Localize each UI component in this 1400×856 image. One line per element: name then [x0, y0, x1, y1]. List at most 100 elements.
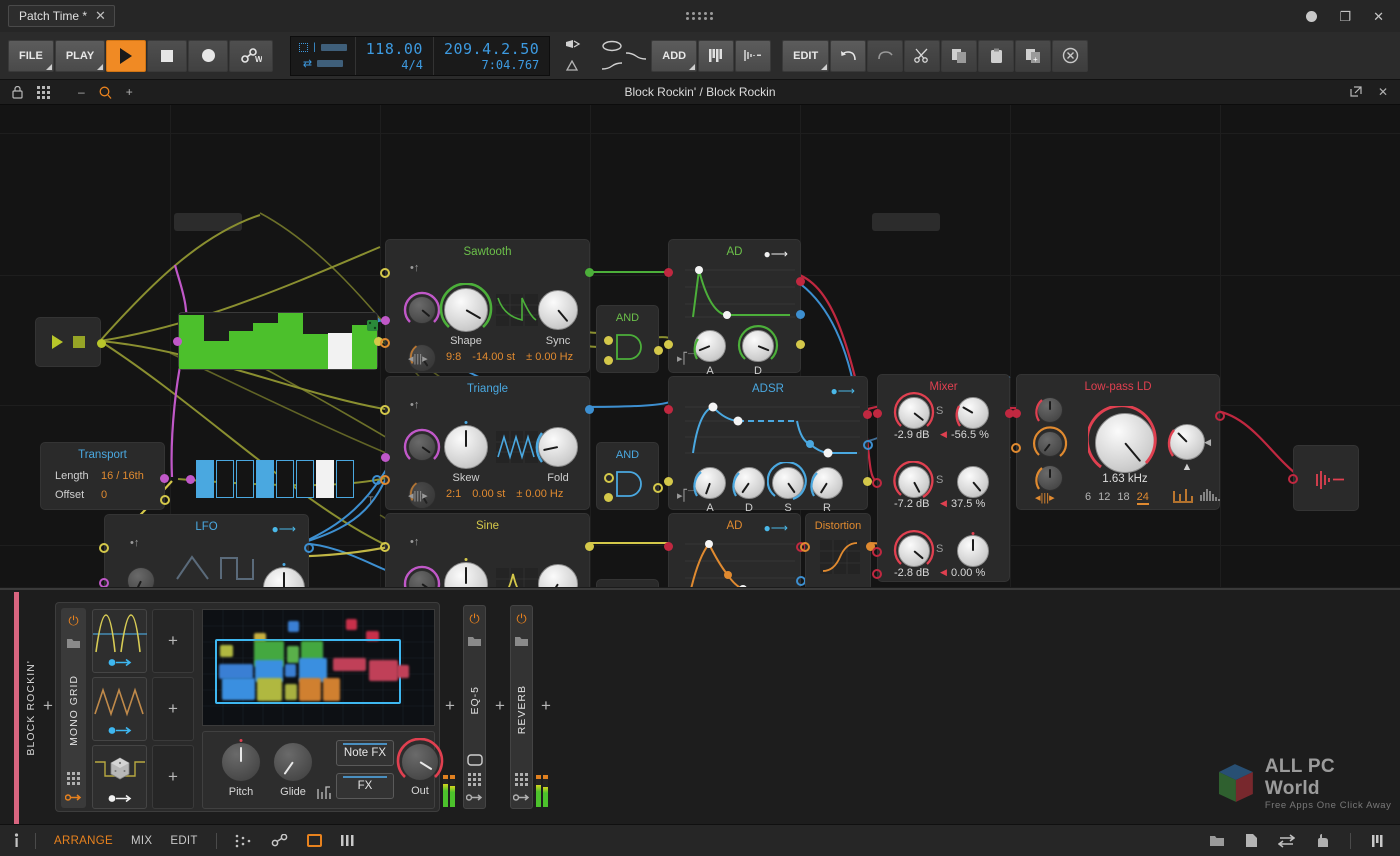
module-and-3[interactable]: AND: [596, 579, 659, 587]
device-grid-icon[interactable]: [515, 773, 528, 786]
lfo-out[interactable]: [304, 543, 314, 553]
zoom-in-button[interactable]: +: [126, 86, 133, 98]
preset-folder-icon[interactable]: [66, 637, 81, 649]
modulation-icon[interactable]: [65, 793, 82, 802]
trigger-stop-icon[interactable]: [72, 336, 85, 348]
grid-node[interactable]: [219, 664, 253, 679]
edit-button[interactable]: EDIT: [782, 39, 830, 72]
module-ad-bottom[interactable]: AD ●⟶ A D ▸⎡¯: [664, 513, 806, 587]
loop-icon[interactable]: [601, 40, 623, 52]
automation-write-button[interactable]: W: [229, 39, 274, 72]
modulator-slot-2[interactable]: [92, 677, 147, 741]
lfo-sync-in[interactable]: [99, 543, 109, 553]
restore-icon[interactable]: ❐: [1339, 10, 1351, 23]
play-button[interactable]: [106, 39, 147, 72]
sine-port-pitch[interactable]: [380, 542, 390, 552]
adsr-gate-in[interactable]: [664, 405, 673, 414]
grid-node[interactable]: [369, 660, 398, 681]
adsr-out2[interactable]: [863, 440, 873, 450]
fx-button[interactable]: FX: [336, 773, 394, 799]
add-device-after-eq[interactable]: +: [492, 696, 508, 715]
grid-node[interactable]: [397, 665, 409, 678]
tri-pitch[interactable]: 0.00 st: [472, 488, 505, 500]
saw-detune[interactable]: ± 0.00 Hz: [526, 351, 573, 363]
device-grid-icon[interactable]: [468, 772, 481, 786]
device-mono-grid-sidebar[interactable]: ⏻ MONO GRID: [61, 608, 86, 808]
grid-node[interactable]: [288, 621, 299, 632]
grid-node[interactable]: [287, 646, 299, 663]
paste-button[interactable]: [978, 39, 1015, 72]
add-button[interactable]: ADD: [651, 39, 698, 72]
tri-port-out[interactable]: [585, 405, 594, 414]
grid-node[interactable]: [285, 664, 296, 677]
module-distortion[interactable]: Distortion +3.2 dB: [800, 513, 875, 587]
modulation-icon[interactable]: [466, 793, 483, 802]
module-trigger[interactable]: [35, 317, 106, 367]
lowpass-in[interactable]: [1012, 409, 1021, 418]
green-step-sequencer[interactable]: [173, 312, 383, 370]
and2-in-a[interactable]: [604, 473, 614, 483]
stop-button[interactable]: [147, 39, 188, 72]
metronome-icon[interactable]: [564, 39, 581, 52]
modulator-route-icon-1[interactable]: [108, 658, 132, 667]
tri-skew-knob[interactable]: [444, 421, 488, 469]
adsr-out3[interactable]: [863, 477, 872, 486]
tri-sequencer-icon[interactable]: ◂|||▸: [408, 489, 428, 502]
power-icon[interactable]: ⏻: [469, 612, 479, 625]
grid-node[interactable]: [323, 678, 340, 701]
tri-port-pitch[interactable]: [380, 405, 390, 415]
ad-top-mod-icon[interactable]: ●⟶: [764, 247, 788, 261]
grid-node[interactable]: [257, 678, 282, 701]
module-sawtooth[interactable]: Sawtooth •↑ Shape Sync ◂|||▸ 9:8 -14.00 …: [380, 239, 594, 373]
sine-fold-knob[interactable]: [538, 564, 578, 587]
zoom-icon[interactable]: [99, 86, 112, 99]
tri-port-phase[interactable]: [380, 475, 390, 485]
lock-icon[interactable]: [12, 85, 23, 99]
mixer-in-1[interactable]: [873, 409, 882, 418]
ad-top-gate-in[interactable]: [664, 268, 673, 277]
lowpass-slope-6[interactable]: 6: [1085, 491, 1091, 505]
lfo-mod-knob[interactable]: [127, 567, 155, 587]
ad-bottom-envelope-display[interactable]: [685, 536, 795, 587]
preset-folder-icon[interactable]: [467, 635, 482, 647]
lowpass-slope-24[interactable]: 24: [1136, 491, 1149, 505]
cut-button[interactable]: [904, 39, 941, 72]
info-icon[interactable]: [14, 833, 19, 848]
ad-top-trig-in[interactable]: [664, 340, 673, 349]
ad-bottom-mod-icon[interactable]: ●⟶: [764, 521, 788, 535]
transport-mode-icons[interactable]: | ⇄: [291, 36, 356, 75]
power-icon[interactable]: ⏻: [516, 612, 526, 625]
saw-ratio[interactable]: 9:8: [446, 351, 461, 363]
zoom-out-button[interactable]: –: [78, 86, 85, 98]
file-button[interactable]: FILE: [8, 39, 54, 72]
modulation-icon[interactable]: [513, 793, 530, 802]
module-lowpass[interactable]: Low-pass LD ◂|||▸ 1.63 kHz ◀ ▲ 6 12 18 2…: [1011, 374, 1225, 510]
play-mode-button[interactable]: PLAY: [54, 39, 106, 72]
adsr-trig-in[interactable]: [664, 477, 673, 486]
ad-top-gate-icon[interactable]: ▸⎡¯: [677, 352, 694, 365]
close-icon[interactable]: ✕: [95, 8, 106, 24]
tempo-tap-icon[interactable]: [565, 59, 580, 72]
saw-pitch[interactable]: -14.00 st: [472, 351, 515, 363]
adsr-envelope-display[interactable]: [685, 399, 860, 461]
saw-port-pitch[interactable]: [380, 268, 390, 278]
trigger-output-port[interactable]: [97, 339, 106, 348]
adsr-out[interactable]: [863, 410, 872, 419]
delete-button[interactable]: [1052, 39, 1089, 72]
mixer-solo-1[interactable]: S: [936, 405, 943, 417]
lfo-amount-knob[interactable]: [263, 563, 305, 587]
lowpass-shape-icon-2[interactable]: [1200, 487, 1220, 503]
window-close-icon[interactable]: ✕: [1373, 10, 1384, 23]
modulator-route-icon-3[interactable]: [108, 794, 132, 803]
tab-arrange[interactable]: ARRANGE: [54, 835, 113, 847]
device-mono-grid[interactable]: ⏻ MONO GRID + + + Pitch Glide Note FX FX…: [55, 602, 444, 812]
mixer-solo-2[interactable]: S: [936, 474, 943, 486]
distortion-in[interactable]: [800, 542, 810, 552]
and2-in-b[interactable]: [604, 493, 613, 502]
transfer-icon[interactable]: [1278, 833, 1295, 848]
grid-node[interactable]: [285, 684, 297, 700]
patch-canvas[interactable]: T Sawtooth •↑ Shape Sync ◂|||▸ 9:8 -14.0…: [0, 105, 1400, 587]
mixer-in-4[interactable]: [872, 569, 882, 579]
transport-length-value[interactable]: 16 / 16th: [101, 470, 144, 482]
saw-port-phase[interactable]: [380, 338, 390, 348]
